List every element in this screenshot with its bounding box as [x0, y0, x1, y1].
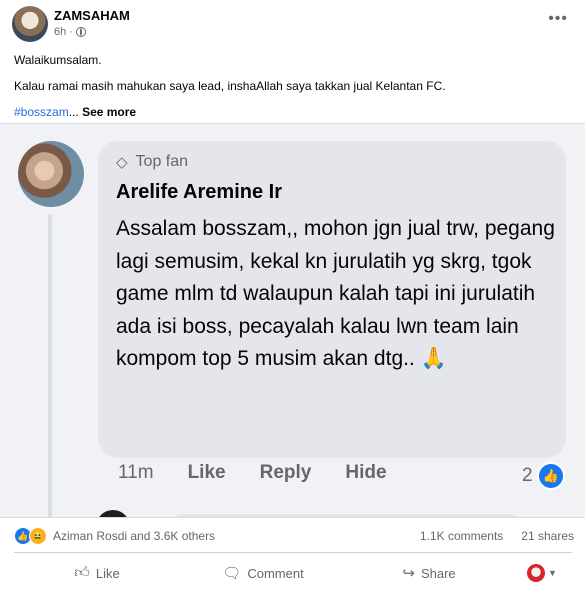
share-icon: ↪ [402, 565, 415, 582]
comment-reaction-count: 2 [522, 465, 533, 486]
reaction-summary[interactable]: 👍 😆 Aziman Rosdi and 3.6K others [14, 527, 215, 545]
comment-icon: 🗨︎ [222, 565, 242, 582]
comment-text: Assalam bosszam,, mohon jgn jual trw, pe… [116, 213, 556, 376]
comment-like: Like [187, 462, 226, 483]
comment-reply: Reply [259, 462, 312, 483]
post-time[interactable]: 6h [54, 26, 66, 38]
commenter-name: Arelife Aremine Ir [116, 181, 282, 203]
next-comment-bubble [166, 514, 526, 517]
ellipsis-icon[interactable]: ••• [548, 10, 568, 28]
divider [14, 552, 572, 553]
profile-switcher[interactable]: ▼ [512, 556, 572, 590]
share-label: Share [420, 565, 456, 581]
post-text-line2: Kalau ramai masih mahukan saya lead, ins… [14, 79, 446, 93]
author-name[interactable]: ZAMSAHAM [54, 8, 130, 23]
like-button[interactable]: 👍︎ Like [14, 556, 180, 590]
next-commenter-avatar [96, 510, 130, 517]
post-image[interactable]: ◇ Top fan Arelife Aremine Ir Assalam bos… [0, 123, 585, 518]
profile-avatar-icon [527, 564, 546, 582]
post-actions: 👍︎ Like 🗨︎ Comment ↪ Share ▼ [14, 556, 572, 590]
like-reaction-icon: 👍 [536, 462, 565, 490]
profile-switch: ▼ [527, 564, 557, 582]
like-label: Like [95, 565, 120, 581]
comment-actions: 11m Like Reply Hide [118, 462, 387, 484]
thumbs-up-icon: 👍︎ [74, 564, 90, 581]
post-text-line3: #bosszam... See more [14, 104, 574, 120]
comment-time: 11m [118, 462, 154, 483]
see-more-link[interactable]: See more [82, 105, 136, 119]
commenter-avatar [18, 141, 84, 207]
comment-reactions: 2 👍 [522, 462, 565, 490]
post-header: ZAMSAHAM 6h · ••• [12, 6, 572, 42]
dot-separator: · [69, 26, 73, 38]
post-stats: 👍 😆 Aziman Rosdi and 3.6K others 1.1K co… [14, 525, 574, 547]
engagement-counts: 1.1K comments 21 shares [420, 529, 574, 543]
chevron-down-icon: ▼ [548, 568, 557, 578]
hashtag-link[interactable]: #bosszam [14, 105, 69, 119]
post-meta: 6h · [54, 26, 86, 38]
comment-hide: Hide [345, 462, 387, 483]
comment-button[interactable]: 🗨︎ Comment [180, 556, 346, 590]
comment-label: Comment [247, 565, 304, 581]
top-fan-label: Top fan [135, 153, 189, 170]
share-button[interactable]: ↪ Share [346, 556, 512, 590]
author-avatar[interactable] [12, 6, 48, 42]
shares-count[interactable]: 21 shares [521, 529, 574, 543]
diamond-icon: ◇ [116, 154, 128, 171]
thread-line [48, 214, 52, 517]
globe-icon [75, 27, 86, 37]
post-text-line1: Walaikumsalam. [14, 53, 102, 67]
haha-reaction-icon: 😆 [29, 527, 47, 545]
top-fan-badge: ◇ Top fan [116, 153, 188, 171]
post-body: Walaikumsalam. Kalau ramai masih mahukan… [14, 52, 574, 130]
comment-bubble: ◇ Top fan Arelife Aremine Ir Assalam bos… [98, 141, 566, 458]
pray-emoji: 🙏 [420, 347, 447, 370]
ellipsis-text: ... [68, 105, 79, 119]
comments-count[interactable]: 1.1K comments [420, 529, 503, 543]
comment-body: Assalam bosszam,, mohon jgn jual trw, pe… [116, 217, 555, 370]
reaction-names[interactable]: Aziman Rosdi and 3.6K others [53, 529, 215, 543]
